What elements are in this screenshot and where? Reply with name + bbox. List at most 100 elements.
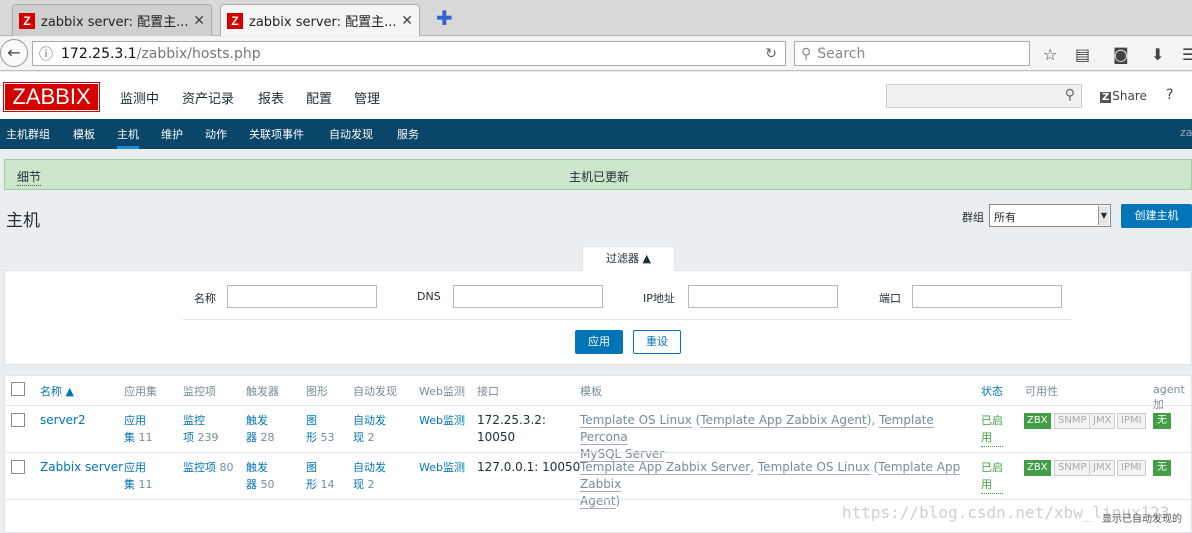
new-tab-icon[interactable]: ✚ <box>436 6 453 30</box>
link-text: 图 <box>306 414 317 427</box>
template-link[interactable]: Template OS Linux <box>757 460 870 475</box>
filter-name-input[interactable] <box>227 285 377 308</box>
menu-icon[interactable]: ☰ <box>1182 45 1192 64</box>
row-divider <box>4 452 1192 453</box>
row-checkbox[interactable] <box>11 413 25 427</box>
interface-cell: 127.0.0.1: 10050 <box>477 460 581 474</box>
help-icon[interactable]: ? <box>1166 87 1173 103</box>
close-icon[interactable]: ✕ <box>193 13 205 29</box>
submenu-discovery[interactable]: 自动发现 <box>329 126 373 142</box>
host-name-link[interactable]: server2 <box>40 412 86 429</box>
url-bar[interactable]: ⓘ 172.25.3.1/zabbix/hosts.php ↻ <box>32 41 786 66</box>
template-link[interactable]: Template App Zabbix Agent <box>700 413 867 428</box>
count: 11 <box>138 478 153 491</box>
status-text: 已启 <box>981 414 1003 427</box>
link-text: 器 <box>246 431 257 444</box>
link-text: 监控 <box>183 414 205 427</box>
menu-inventory[interactable]: 资产记录 <box>182 88 234 107</box>
browser-search-input[interactable]: ⚲ Search <box>794 41 1030 66</box>
header-triggers: 触发器 <box>246 385 279 398</box>
web-link[interactable]: Web监测 <box>419 459 465 476</box>
applications-link[interactable]: 应用集 11 <box>124 459 153 493</box>
host-name-link[interactable]: Zabbix server <box>40 459 123 476</box>
zbx-badge: ZBX <box>1024 460 1051 476</box>
row-divider <box>4 405 1192 406</box>
reset-button[interactable]: 重设 <box>633 330 681 354</box>
items-link[interactable]: 监控项 80 <box>183 459 234 476</box>
menu-administration[interactable]: 管理 <box>354 88 380 107</box>
apply-button[interactable]: 应用 <box>575 330 623 354</box>
group-label: 群组 <box>962 211 984 224</box>
template-link[interactable]: Template OS Linux <box>580 413 692 428</box>
snmp-badge: SNMP <box>1054 413 1091 429</box>
details-link[interactable]: 细节 <box>17 168 42 186</box>
filter-tab[interactable]: 过滤器 ▲ <box>582 246 675 271</box>
global-search-input[interactable]: ⚲ <box>886 84 1082 108</box>
header-items: 监控项 <box>183 385 216 398</box>
template-link[interactable]: Agent <box>580 494 616 509</box>
menu-reports[interactable]: 报表 <box>258 88 284 107</box>
link-text: 自动发 <box>353 461 386 474</box>
back-arrow-icon[interactable]: ← <box>0 39 28 67</box>
row-checkbox[interactable] <box>11 460 25 474</box>
header-web: Web监测 <box>419 385 465 398</box>
submenu-host-groups[interactable]: 主机群组 <box>6 126 50 142</box>
reload-icon[interactable]: ↻ <box>765 46 777 62</box>
triggers-link[interactable]: 触发器 50 <box>246 459 275 493</box>
filter-ip-input[interactable] <box>688 285 838 308</box>
submenu-templates[interactable]: 模板 <box>73 126 95 142</box>
header-status[interactable]: 状态 <box>981 383 1003 399</box>
header-graphs: 图形 <box>306 385 328 398</box>
header-applications: 应用集 <box>124 385 157 398</box>
dropdown-arrow-icon[interactable]: ▼ <box>1098 206 1109 225</box>
submenu-hosts[interactable]: 主机 <box>117 126 139 149</box>
agent-encryption-badge: 无 <box>1153 460 1171 476</box>
link-text: 图 <box>306 461 317 474</box>
menu-monitoring[interactable]: 监测中 <box>120 88 159 107</box>
filter-dns-input[interactable] <box>453 285 603 308</box>
zabbix-logo[interactable]: ZABBIX <box>3 82 100 112</box>
submenu-services[interactable]: 服务 <box>397 126 419 142</box>
bookmark-star-icon[interactable]: ☆ <box>1043 45 1057 64</box>
submenu-actions[interactable]: 动作 <box>205 126 227 142</box>
submenu-maintenance[interactable]: 维护 <box>161 126 183 142</box>
interface-cell: 172.25.3.2: 10050 <box>477 412 546 446</box>
link-text: 集 <box>124 478 135 491</box>
download-icon[interactable]: ⬇ <box>1151 45 1164 64</box>
graphs-link[interactable]: 图形 14 <box>306 459 335 493</box>
status-enabled-link[interactable]: 已启用 <box>981 412 1003 447</box>
header-templates: 模板 <box>580 385 602 398</box>
close-icon[interactable]: ✕ <box>401 13 413 29</box>
web-link[interactable]: Web监测 <box>419 412 465 429</box>
ipmi-badge: IPMI <box>1117 460 1146 476</box>
triggers-link[interactable]: 触发器 28 <box>246 412 275 446</box>
count: 2 <box>367 478 375 491</box>
search-icon[interactable]: ⚲ <box>1065 87 1075 103</box>
status-enabled-link[interactable]: 已启用 <box>981 459 1003 494</box>
header-name[interactable]: 名称 ▲ <box>40 383 74 399</box>
tab-title: zabbix server: 配置主... <box>249 15 397 30</box>
link-text: 触发 <box>246 414 268 427</box>
discovery-link[interactable]: 自动发现 2 <box>353 459 386 493</box>
link-text: 触发 <box>246 461 268 474</box>
interface-address: 172.25.3.2: <box>477 413 546 427</box>
group-select[interactable]: 所有 ▼ <box>989 204 1111 227</box>
browser-tab-active[interactable]: Z zabbix server: 配置主... ✕ <box>220 4 420 36</box>
select-all-checkbox[interactable] <box>11 382 25 396</box>
template-link[interactable]: Template App Zabbix Server <box>580 460 751 475</box>
menu-configuration[interactable]: 配置 <box>306 88 332 107</box>
search-placeholder: Search <box>817 45 866 62</box>
discovery-link[interactable]: 自动发现 2 <box>353 412 386 446</box>
filter-port-input[interactable] <box>912 285 1062 308</box>
link-text: 现 <box>353 431 364 444</box>
create-host-button[interactable]: 创建主机 <box>1121 204 1192 228</box>
items-link[interactable]: 监控项 239 <box>183 412 219 446</box>
submenu-event-correlation[interactable]: 关联项事件 <box>249 126 304 142</box>
browser-tab[interactable]: Z zabbix server: 配置主... ✕ <box>12 4 212 36</box>
info-icon[interactable]: ⓘ <box>39 44 53 64</box>
applications-link[interactable]: 应用集 11 <box>124 412 153 446</box>
pocket-icon[interactable]: ◙ <box>1113 45 1129 64</box>
reading-list-icon[interactable]: ▤ <box>1075 45 1090 64</box>
graphs-link[interactable]: 图形 53 <box>306 412 335 446</box>
share-link[interactable]: Z Share <box>1100 89 1147 103</box>
